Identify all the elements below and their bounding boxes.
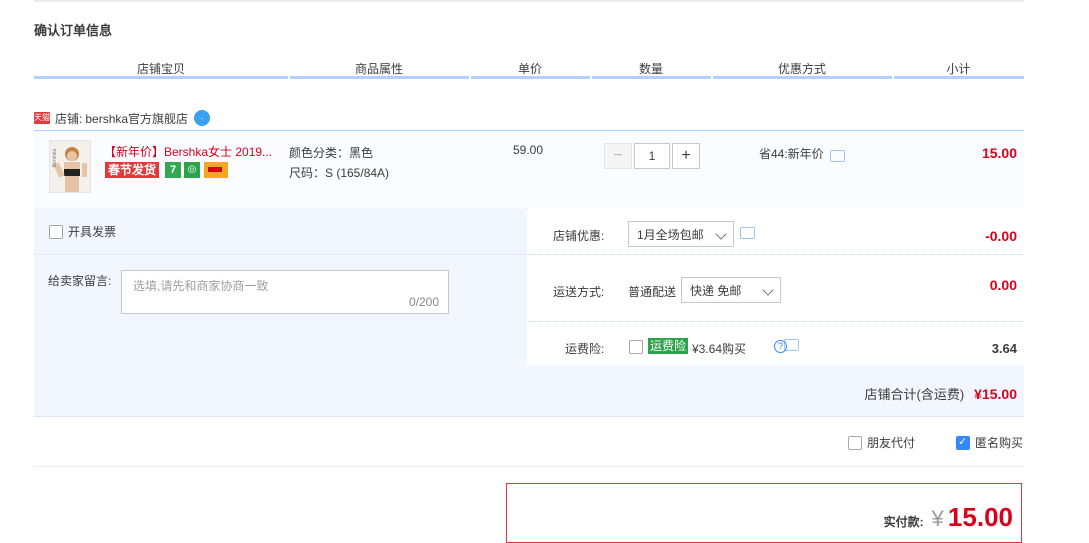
friend-pay-option[interactable]: 朋友代付 <box>848 434 915 451</box>
product-title-link[interactable]: 【新年价】Bershka女士 2019... <box>104 143 284 160</box>
discount-info: 省44:新年价 <box>759 145 845 162</box>
friend-pay-checkbox[interactable] <box>848 435 862 450</box>
friend-pay-label: 朋友代付 <box>867 436 916 450</box>
column-header-quantity: 数量 <box>638 62 663 76</box>
quantity-increase-button[interactable]: + <box>672 143 700 169</box>
item-subtotal: 15.00 <box>981 145 1017 161</box>
header-underline <box>290 76 469 79</box>
shop-discount-amount: -0.00 <box>985 228 1017 244</box>
attribute-color: 颜色分类：黑色 <box>289 146 374 160</box>
column-header-shop-item: 店铺宝贝 <box>136 62 185 76</box>
shop-discount-label: 店铺优惠: <box>553 229 605 243</box>
unit-price: 59.00 <box>513 143 544 157</box>
column-header-discount: 优惠方式 <box>777 62 826 76</box>
chevron-down-icon <box>762 284 774 296</box>
payment-amount: 15.00 <box>947 502 1013 532</box>
note-char-counter: 0/200 <box>408 295 439 309</box>
shop-total: 店铺合计(含运费) ¥15.00 <box>865 384 1018 403</box>
header-underline <box>471 76 590 79</box>
header-underline <box>713 76 892 79</box>
anonymous-label: 匿名购买 <box>975 436 1024 450</box>
insurance-amount: 3.64 <box>991 341 1017 356</box>
invoice-option[interactable]: 开具发票 <box>49 223 116 240</box>
shipping-method-select[interactable]: 快递 免邮 <box>681 277 781 303</box>
comment-icon[interactable] <box>740 227 755 239</box>
guarantee-icon: ◎ <box>184 162 200 178</box>
shop-total-label: 店铺合计(含运费) <box>864 387 965 402</box>
attribute-size: 尺码：S (165/84A) <box>289 166 390 180</box>
comment-icon[interactable] <box>829 149 845 162</box>
credit-card-icon <box>204 162 228 178</box>
shipping-label: 运送方式: <box>553 285 605 299</box>
payment-total: 实付款: ¥ 15.00 <box>884 502 1013 533</box>
shop-row: 天猫 店铺: bershka官方旗舰店 · <box>34 108 211 128</box>
discount-text: 省44:新年价 <box>759 147 824 161</box>
shipping-type: 普通配送 <box>628 285 677 299</box>
header-underline <box>34 76 288 79</box>
seven-day-return-icon: 7 <box>165 162 181 178</box>
top-divider <box>34 0 1024 2</box>
shop-name-link[interactable]: bershka官方旗舰店 <box>85 110 188 127</box>
header-underline <box>592 76 711 79</box>
shipping-amount: 0.00 <box>989 277 1017 293</box>
payment-label: 实付款: <box>883 515 924 529</box>
shop-label: 店铺: <box>55 111 83 126</box>
currency-symbol: ¥ <box>931 506 944 531</box>
column-header-subtotal: 小计 <box>946 62 971 76</box>
thumb-brand-text: Bershka <box>52 148 59 168</box>
page-title: 确认订单信息 <box>34 23 113 38</box>
shop-discount-select[interactable]: 1月全场包邮 <box>628 221 734 247</box>
product-thumbnail[interactable]: Bershka <box>49 140 91 193</box>
insurance-badge: 运费险 <box>648 338 689 354</box>
insurance-label: 运费险: <box>565 342 605 356</box>
payment-summary-box: 实付款: ¥ 15.00 <box>506 483 1022 543</box>
quantity-decrease-button[interactable]: − <box>604 143 632 169</box>
shop-total-amount: ¥15.00 <box>974 385 1017 402</box>
anonymous-checkbox[interactable] <box>956 435 970 450</box>
header-underline <box>894 76 1024 79</box>
anonymous-option[interactable]: 匿名购买 <box>956 434 1023 451</box>
spring-festival-badge: 春节发货 <box>105 162 160 178</box>
divider <box>34 253 527 255</box>
order-item-row <box>34 130 1024 209</box>
tmall-icon: 天猫 <box>34 112 50 124</box>
chevron-down-icon <box>715 228 727 240</box>
help-icon[interactable]: ? <box>774 340 787 353</box>
shipping-method-value: 快递 免邮 <box>690 284 742 298</box>
chat-wangwang-icon[interactable]: · <box>194 110 211 126</box>
invoice-label: 开具发票 <box>68 225 117 239</box>
quantity-input[interactable]: 1 <box>634 143 670 169</box>
divider <box>34 466 1024 467</box>
shop-discount-value: 1月全场包邮 <box>637 228 704 242</box>
invoice-checkbox[interactable] <box>49 224 63 239</box>
note-placeholder: 选填,请先和商家协商一致 <box>133 279 269 293</box>
column-header-attributes: 商品属性 <box>354 62 403 76</box>
note-label: 给卖家留言: <box>48 274 112 288</box>
insurance-price: ¥3.64购买 <box>692 342 747 356</box>
seller-note-textarea[interactable]: 选填,请先和商家协商一致 0/200 <box>121 270 449 314</box>
insurance-checkbox[interactable] <box>629 340 643 354</box>
column-header-unit-price: 单价 <box>517 62 542 76</box>
